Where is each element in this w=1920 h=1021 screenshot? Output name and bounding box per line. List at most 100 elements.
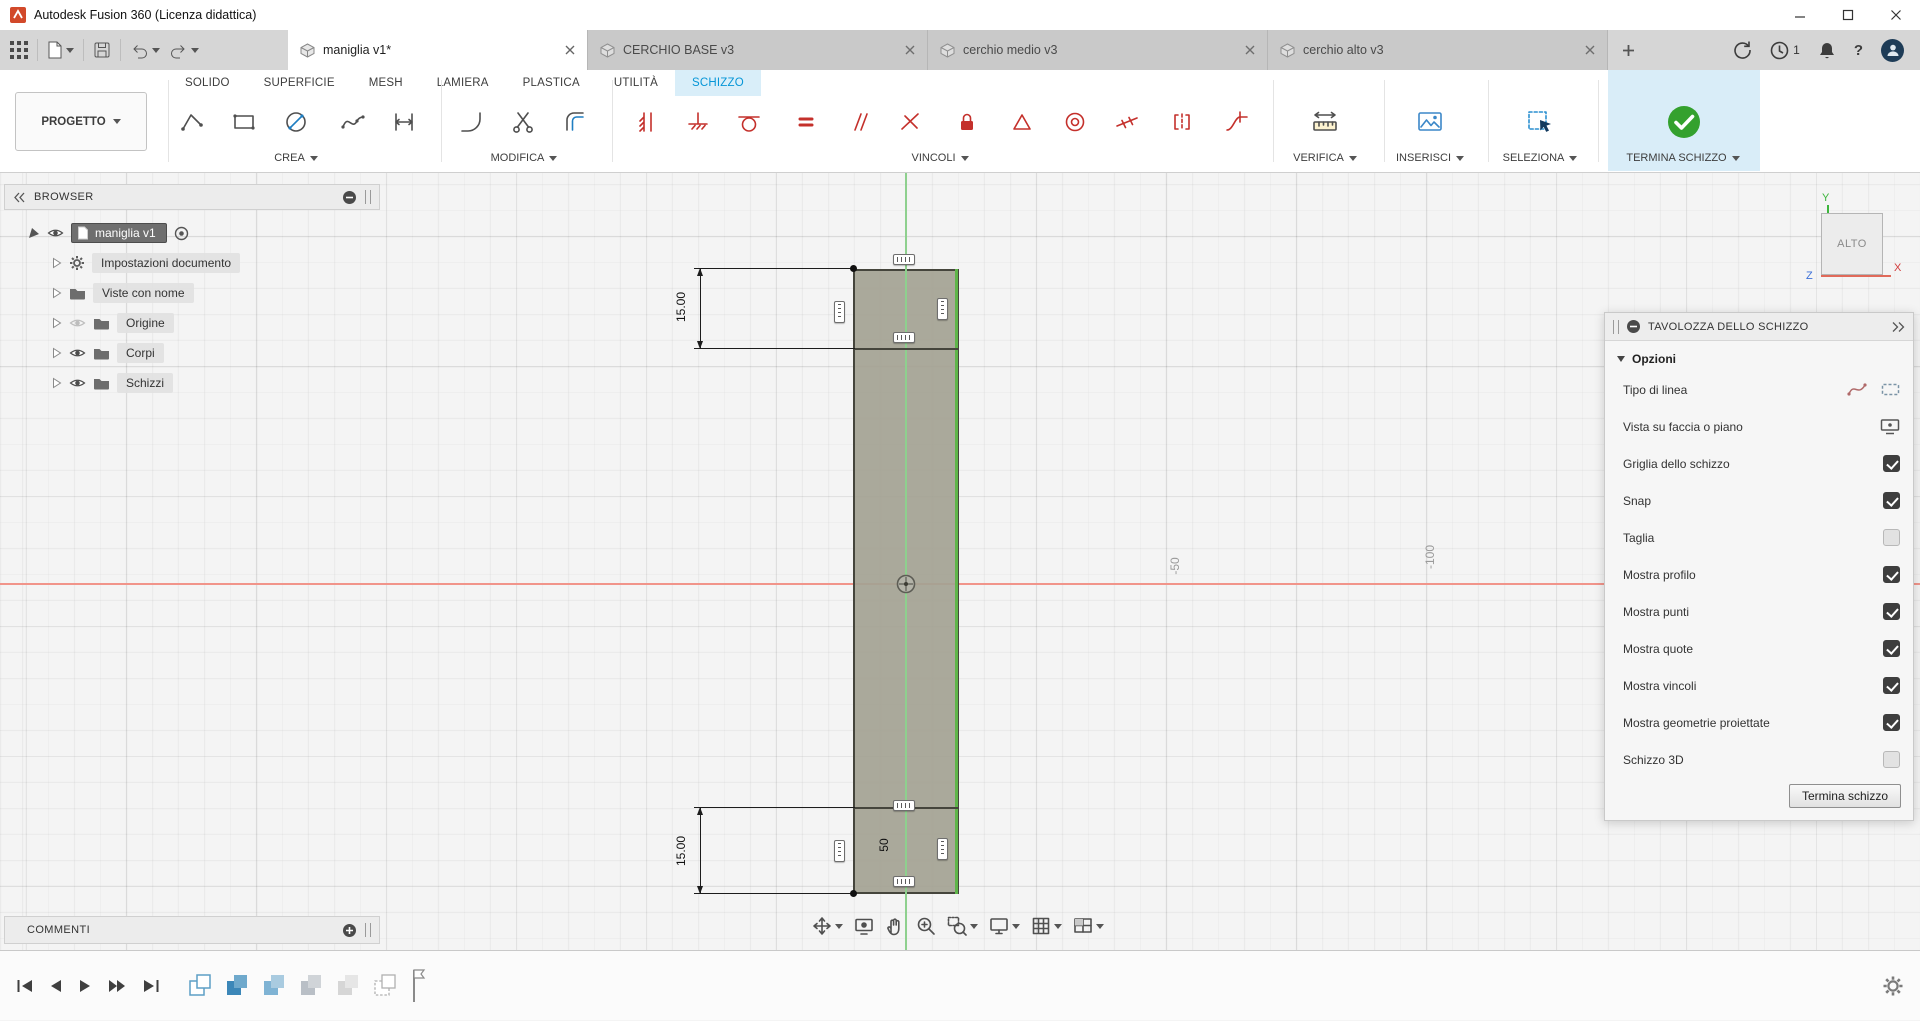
disclosure-triangle-icon[interactable] [52, 377, 62, 389]
mostra-quote-checkbox[interactable] [1883, 640, 1900, 657]
browser-item-viste[interactable]: Viste con nome [4, 278, 380, 308]
browser-item-schizzi[interactable]: Schizzi [4, 368, 380, 398]
zoom-button[interactable] [914, 914, 938, 938]
mostra-geometrie-checkbox[interactable] [1883, 714, 1900, 731]
curvature-constraint-icon[interactable] [1215, 98, 1259, 146]
zoom-window-button[interactable] [945, 914, 980, 938]
expand-circle-icon[interactable] [342, 923, 357, 938]
browser-header[interactable]: BROWSER [4, 184, 380, 210]
close-tab-icon[interactable] [565, 45, 575, 55]
dimension-value-width[interactable]: 50 [877, 823, 891, 867]
close-button[interactable] [1872, 0, 1920, 30]
extensions-sync-icon[interactable] [1732, 40, 1752, 60]
document-tab-cerchio-base[interactable]: CERCHIO BASE v3 [588, 30, 928, 70]
finish-sketch-button[interactable]: Termina schizzo [1788, 784, 1901, 808]
group-inserisci[interactable]: INSERISCI [1380, 148, 1480, 168]
panel-grip[interactable] [365, 923, 371, 937]
collapse-circle-icon[interactable] [1626, 319, 1641, 334]
close-tab-icon[interactable] [1245, 45, 1255, 55]
maximize-button[interactable] [1824, 0, 1872, 30]
snap-checkbox[interactable] [1883, 492, 1900, 509]
collapse-left-icon[interactable] [13, 192, 26, 203]
ribbon-tab-utilita[interactable]: UTILITÀ [597, 70, 675, 96]
mostra-vincoli-checkbox[interactable] [1883, 677, 1900, 694]
linetype-spline-icon[interactable] [1847, 381, 1869, 398]
measure-tool-icon[interactable] [1303, 98, 1347, 146]
grid-snaps-button[interactable] [1029, 914, 1064, 938]
undo-button[interactable] [130, 42, 160, 59]
avatar[interactable] [1881, 38, 1904, 62]
look-at-button[interactable] [852, 914, 876, 938]
pan-orbit-button[interactable] [810, 914, 845, 938]
dimension-grip[interactable] [937, 838, 948, 860]
panel-grip[interactable] [1613, 319, 1619, 334]
line-tool-icon[interactable] [170, 98, 214, 146]
save-button[interactable] [93, 41, 111, 59]
viewports-button[interactable] [1071, 914, 1106, 938]
insert-image-tool-icon[interactable] [1408, 98, 1452, 146]
collapse-right-icon[interactable] [1891, 321, 1905, 333]
finish-sketch-check-icon[interactable] [1662, 98, 1706, 146]
taglia-checkbox[interactable] [1883, 529, 1900, 546]
group-modifica[interactable]: MODIFICA [474, 148, 574, 168]
visibility-eye-icon[interactable] [69, 377, 86, 389]
sketch-projected-edge[interactable] [955, 269, 958, 894]
timeline-settings-gear-icon[interactable] [1882, 975, 1904, 997]
rectangle-tool-icon[interactable] [222, 98, 266, 146]
dimension-grip[interactable] [893, 800, 915, 811]
ribbon-tab-solido[interactable]: SOLIDO [168, 70, 247, 96]
activate-target-icon[interactable] [174, 226, 189, 241]
ribbon-tab-plastica[interactable]: PLASTICA [506, 70, 597, 96]
ribbon-tab-mesh[interactable]: MESH [352, 70, 420, 96]
visibility-eye-icon[interactable] [69, 347, 86, 359]
equal-constraint-icon[interactable] [784, 98, 828, 146]
file-menu-button[interactable] [47, 41, 74, 59]
disclosure-triangle-icon[interactable] [52, 347, 62, 359]
look-at-face-icon[interactable] [1880, 418, 1900, 435]
select-tool-icon[interactable] [1518, 98, 1562, 146]
redo-button[interactable] [169, 42, 199, 59]
document-tab-cerchio-medio[interactable]: cerchio medio v3 [928, 30, 1268, 70]
play-button[interactable] [78, 978, 92, 994]
document-tab-cerchio-alto[interactable]: cerchio alto v3 [1268, 30, 1608, 70]
disclosure-triangle-icon[interactable] [52, 257, 62, 269]
mostra-punti-checkbox[interactable] [1883, 603, 1900, 620]
horizontal-vertical-constraint-icon[interactable] [625, 98, 669, 146]
dimension-value-top[interactable]: 15.00 [674, 282, 688, 332]
timeline-sketch-feature[interactable] [188, 972, 212, 1000]
sketch-dimension-tool-icon[interactable] [382, 98, 426, 146]
sketch-point[interactable] [850, 265, 857, 272]
project-dropdown-button[interactable]: PROGETTO [15, 92, 147, 151]
collapse-circle-icon[interactable] [342, 190, 357, 205]
spline-tool-icon[interactable] [331, 98, 375, 146]
viewcube[interactable]: Y ALTO X Z [1800, 192, 1920, 291]
fillet-tool-icon[interactable] [449, 98, 493, 146]
symmetry-constraint-icon[interactable] [1160, 98, 1204, 146]
dimension-grip[interactable] [893, 254, 915, 265]
dimension-grip[interactable] [834, 840, 845, 862]
concentric-constraint-icon[interactable] [1053, 98, 1097, 146]
viewcube-face-top[interactable]: ALTO [1821, 213, 1883, 275]
comments-panel[interactable]: COMMENTI [4, 916, 380, 944]
midpoint-constraint-icon[interactable] [1000, 98, 1044, 146]
ribbon-tab-lamiera[interactable]: LAMIERA [420, 70, 506, 96]
ribbon-tab-schizzo[interactable]: SCHIZZO [675, 70, 761, 96]
display-settings-button[interactable] [987, 914, 1022, 938]
browser-item-corpi[interactable]: Corpi [4, 338, 380, 368]
group-termina-schizzo[interactable]: TERMINA SCHIZZO [1608, 148, 1758, 168]
dimension-grip[interactable] [937, 298, 948, 320]
document-tab-maniglia[interactable]: maniglia v1* [288, 30, 588, 70]
minimize-button[interactable] [1776, 0, 1824, 30]
browser-item-origine[interactable]: Origine [4, 308, 380, 338]
timeline-position-marker[interactable] [410, 968, 428, 1004]
timeline-feature[interactable] [373, 972, 397, 1000]
collinear-constraint-icon[interactable] [1105, 98, 1149, 146]
sketch-line[interactable] [853, 348, 959, 350]
pan-hand-button[interactable] [883, 914, 907, 938]
visibility-eye-icon[interactable] [47, 227, 64, 239]
coincident-constraint-icon[interactable] [676, 98, 720, 146]
browser-root-row[interactable]: maniglia v1 [4, 218, 380, 248]
modeling-canvas[interactable]: 15.00 15.00 50 -50 -100 Y ALTO X Z BROWS… [0, 172, 1920, 950]
schizzo-3d-checkbox[interactable] [1883, 751, 1900, 768]
trim-scissors-tool-icon[interactable] [502, 98, 546, 146]
